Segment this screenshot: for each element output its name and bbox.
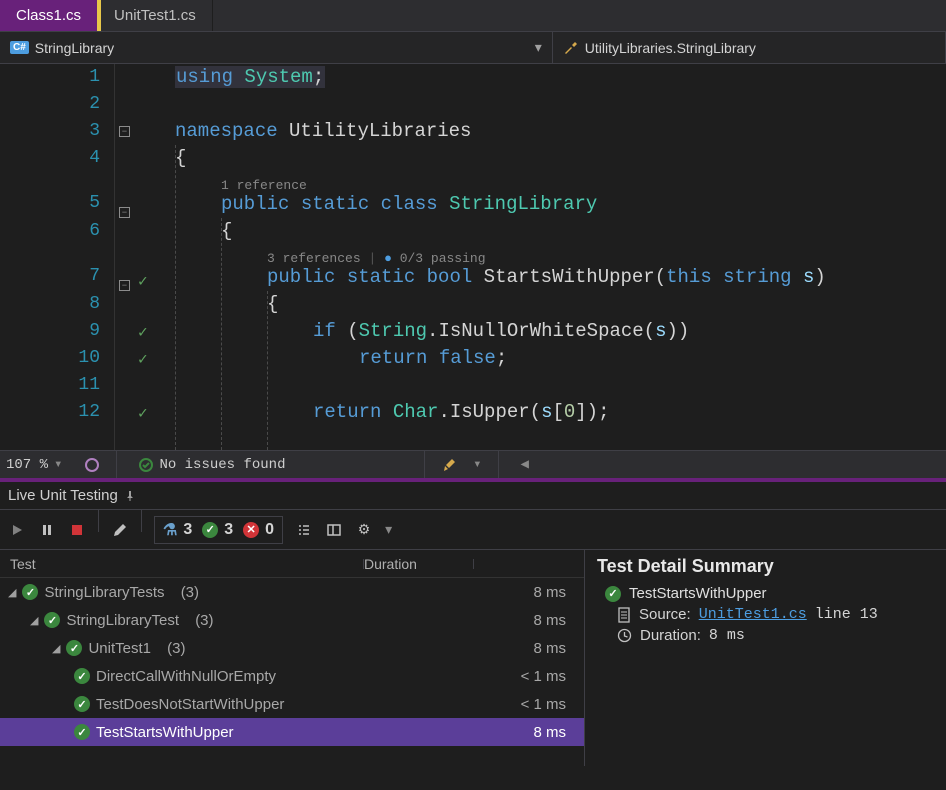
gear-icon[interactable]: ⚙: [355, 521, 373, 539]
column-header-test[interactable]: Test: [0, 556, 364, 572]
column-header-duration[interactable]: Duration: [364, 556, 474, 572]
navigation-bar: C# StringLibrary ▾ UtilityLibraries.Stri…: [0, 32, 946, 64]
caret-down-icon: ◢: [30, 614, 38, 627]
check-circle-icon: ✓: [74, 724, 90, 740]
zoom-level[interactable]: 107 %▾: [0, 456, 68, 473]
scroll-left-icon[interactable]: ◀: [515, 456, 535, 473]
codelens-references[interactable]: 1 reference: [175, 172, 946, 191]
editor-status-bar: 107 %▾ No issues found ▾ ◀: [0, 450, 946, 478]
test-counters: ⚗3 ✓3 ✕0: [154, 516, 283, 544]
intellicode-icon[interactable]: [84, 457, 100, 473]
detail-heading: Test Detail Summary: [597, 556, 934, 577]
test-detail-summary: Test Detail Summary ✓ TestStartsWithUppe…: [584, 550, 946, 766]
tab-class1[interactable]: Class1.cs: [0, 0, 98, 31]
lut-toolbar: ⚗3 ✓3 ✕0 ⚙ ▾: [0, 510, 946, 550]
csharp-badge-icon: C#: [10, 41, 29, 54]
code-content[interactable]: using System; namespace UtilityLibraries…: [175, 64, 946, 450]
test-pass-icon: ✓: [138, 322, 148, 342]
test-leaf[interactable]: ✓TestDoesNotStartWithUpper < 1 ms: [0, 690, 584, 718]
play-icon[interactable]: [8, 521, 26, 539]
check-circle-icon: ✓: [44, 612, 60, 628]
code-editor[interactable]: 1 2 3 4 5 6 7 8 9 10 11 12 − − −✓ ✓ ✓ ✓: [0, 64, 946, 478]
chevron-down-icon: ▾: [535, 39, 542, 56]
passed-tests-counter[interactable]: ✓3: [202, 521, 233, 539]
source-link[interactable]: UnitTest1.cs: [699, 606, 807, 623]
check-circle-icon: ✓: [202, 522, 218, 538]
check-circle-icon: ✓: [74, 696, 90, 712]
document-icon: [617, 607, 631, 623]
caret-down-icon: ◢: [8, 586, 16, 599]
pencil-icon[interactable]: [111, 521, 129, 539]
chevron-down-icon[interactable]: ▾: [385, 521, 392, 538]
test-node[interactable]: ◢✓StringLibraryTest (3) 8 ms: [0, 606, 584, 634]
line-number-gutter: 1 2 3 4 5 6 7 8 9 10 11 12: [0, 64, 115, 450]
test-leaf[interactable]: ✓DirectCallWithNullOrEmpty < 1 ms: [0, 662, 584, 690]
detail-test-name: TestStartsWithUpper: [629, 585, 767, 602]
check-circle-icon: [139, 458, 153, 472]
pin-icon[interactable]: [124, 490, 136, 502]
failed-tests-counter[interactable]: ✕0: [243, 521, 274, 539]
flask-icon: ⚗: [163, 520, 177, 540]
error-status[interactable]: No issues found: [133, 457, 291, 473]
fold-toggle-icon[interactable]: −: [119, 207, 130, 218]
caret-down-icon: ◢: [52, 642, 60, 655]
fold-toggle-icon[interactable]: −: [119, 126, 130, 137]
nav-type-dropdown[interactable]: C# StringLibrary ▾: [0, 32, 553, 63]
pause-icon[interactable]: [38, 521, 56, 539]
layout-icon[interactable]: [325, 521, 343, 539]
clock-icon: [617, 628, 632, 643]
tab-unittest1[interactable]: UnitTest1.cs: [98, 0, 213, 31]
fail-circle-icon: ✕: [243, 522, 259, 538]
live-unit-testing-panel: Live Unit Testing ⚗3 ✓3 ✕0 ⚙ ▾ Test Dura…: [0, 482, 946, 766]
stop-icon[interactable]: [68, 521, 86, 539]
list-icon[interactable]: [295, 521, 313, 539]
test-tree: Test Duration ◢✓StringLibraryTests (3) 8…: [0, 550, 584, 766]
test-node[interactable]: ◢✓UnitTest1 (3) 8 ms: [0, 634, 584, 662]
nav-member-dropdown[interactable]: UtilityLibraries.StringLibrary: [553, 32, 946, 63]
fold-gutter: − − −✓ ✓ ✓ ✓: [115, 64, 175, 450]
wrench-icon: [563, 40, 579, 56]
test-leaf-selected[interactable]: ✓TestStartsWithUpper 8 ms: [0, 718, 584, 746]
file-tabs: Class1.cs UnitTest1.cs: [0, 0, 946, 32]
codelens-test-status[interactable]: 3 references | ● 0/3 passing: [175, 245, 946, 264]
total-tests-counter[interactable]: ⚗3: [163, 520, 192, 540]
brush-icon[interactable]: [441, 457, 457, 473]
check-circle-icon: ✓: [22, 584, 38, 600]
fold-toggle-icon[interactable]: −: [119, 280, 130, 291]
test-pass-icon: ✓: [138, 403, 148, 423]
test-pass-icon: ✓: [138, 349, 148, 369]
test-pass-icon: ✓: [138, 271, 148, 291]
test-node[interactable]: ◢✓StringLibraryTests (3) 8 ms: [0, 578, 584, 606]
panel-title-bar: Live Unit Testing: [0, 482, 946, 510]
check-circle-icon: ✓: [66, 640, 82, 656]
check-circle-icon: ✓: [605, 586, 621, 602]
check-circle-icon: ✓: [74, 668, 90, 684]
